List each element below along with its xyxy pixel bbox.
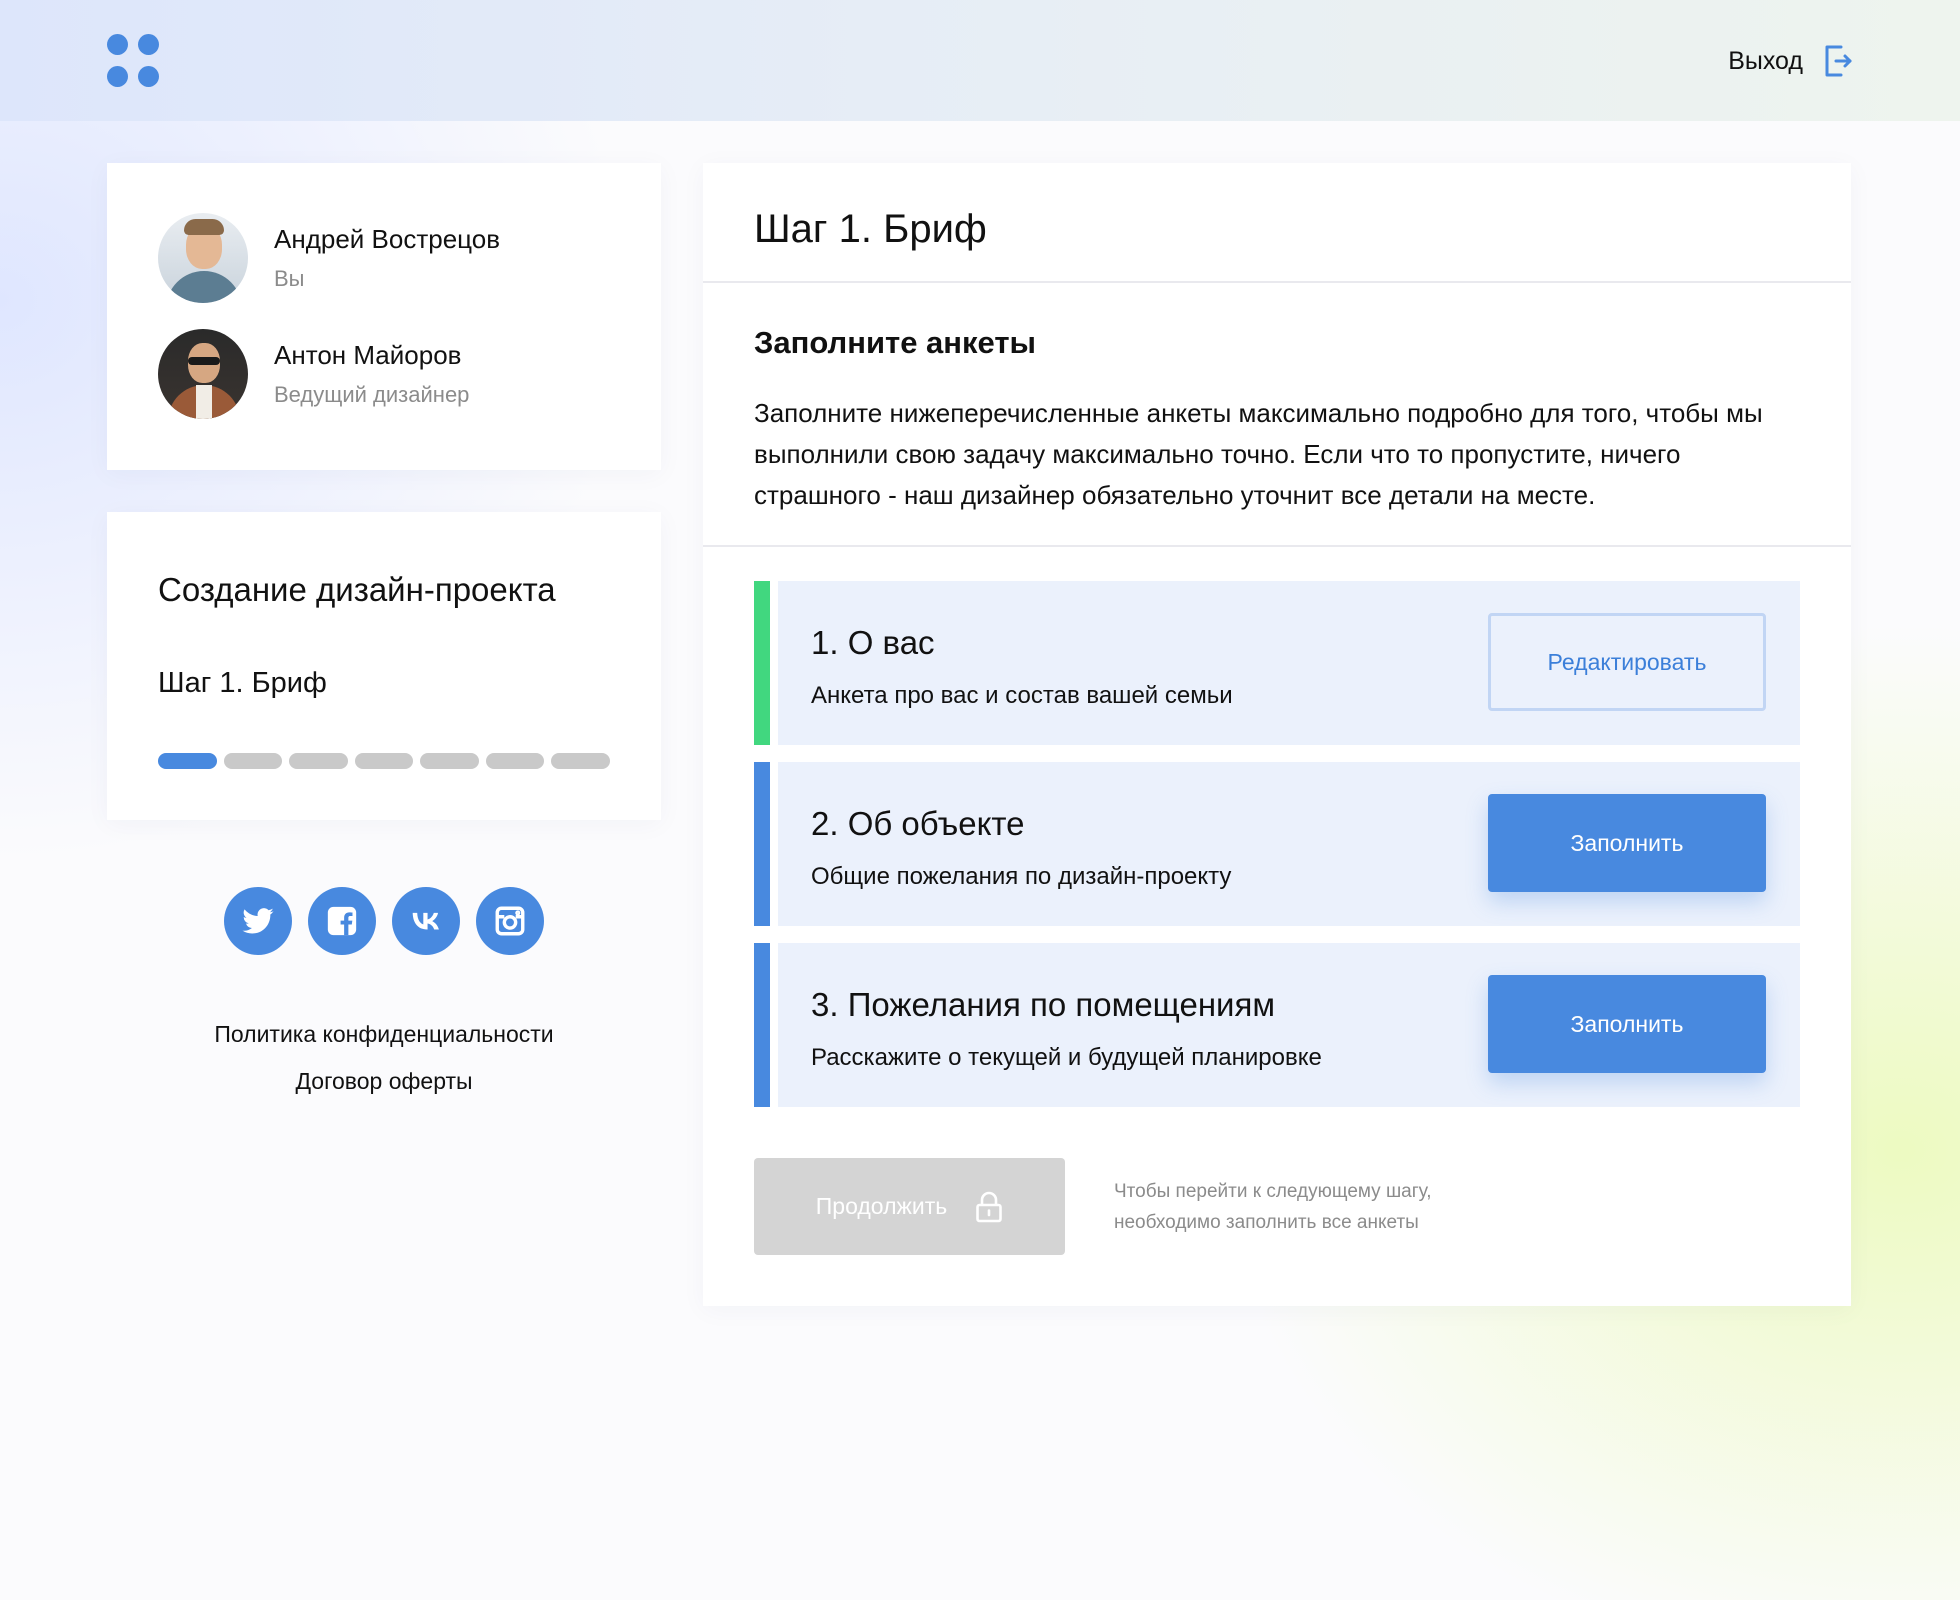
social-links <box>224 887 544 955</box>
logo-dot <box>107 66 128 87</box>
questionnaire-description: Расскажите о текущей и будущей планировк… <box>811 1044 1322 1071</box>
fill-button[interactable]: Заполнить <box>1488 975 1766 1073</box>
status-indicator <box>754 762 770 926</box>
team-member: Андрей Вострецов Вы <box>158 213 500 303</box>
logo-dot <box>107 34 128 55</box>
footer-links: Политика конфиденциальности Договор офер… <box>107 1020 661 1114</box>
logout-label: Выход <box>1728 46 1803 75</box>
progress-segment <box>551 753 611 769</box>
member-name: Антон Майоров <box>274 340 462 370</box>
questionnaire-title: 2. Об объекте <box>811 805 1025 842</box>
progress-segment <box>420 753 479 769</box>
continue-button[interactable]: Продолжить <box>754 1158 1065 1255</box>
status-indicator <box>754 581 770 745</box>
logo-dot <box>138 34 159 55</box>
offer-agreement-link[interactable]: Договор оферты <box>107 1067 661 1095</box>
questionnaire-object: 2. Об объекте Общие пожелания по дизайн-… <box>754 762 1800 926</box>
questionnaire-title: 1. О вас <box>811 624 935 661</box>
logo-dot <box>138 66 159 87</box>
member-role: Вы <box>274 266 305 291</box>
team-member: Антон Майоров Ведущий дизайнер <box>158 329 469 419</box>
vk-icon <box>412 912 439 930</box>
section-title: Заполните анкеты <box>754 325 1037 360</box>
logout-icon <box>1825 45 1852 77</box>
section-description: Заполните нижеперечисленные анкеты макси… <box>754 398 1763 510</box>
fill-button[interactable]: Заполнить <box>1488 794 1766 892</box>
facebook-button[interactable] <box>308 887 376 955</box>
logout-button[interactable]: Выход <box>1728 42 1853 80</box>
top-header: Выход <box>0 0 1960 121</box>
brief-step-card: Шаг 1. Бриф Заполните анкеты Заполните н… <box>703 163 1851 1306</box>
vk-button[interactable] <box>392 887 460 955</box>
facebook-icon <box>327 906 357 936</box>
twitter-button[interactable] <box>224 887 292 955</box>
questionnaire-description: Анкета про вас и состав вашей семьи <box>811 682 1233 709</box>
lock-icon <box>976 1191 1003 1222</box>
instagram-icon <box>495 906 525 936</box>
progress-segment <box>223 753 283 769</box>
questionnaire-about-you: 1. О вас Анкета про вас и состав вашей с… <box>754 581 1800 745</box>
twitter-icon <box>242 908 274 934</box>
app-logo[interactable] <box>107 34 162 89</box>
progress-segment-active <box>158 753 217 769</box>
progress-segment <box>354 753 414 769</box>
questionnaire-description: Общие пожелания по дизайн-проекту <box>811 863 1232 890</box>
progress-segment <box>289 753 348 769</box>
continue-hint: Чтобы перейти к следующему шагу, необход… <box>1114 1181 1432 1233</box>
divider <box>703 545 1851 547</box>
team-card: Андрей Вострецов Вы Антон Майоров Ведущи… <box>107 163 661 470</box>
step-progress-bar <box>158 753 611 769</box>
page-title: Шаг 1. Бриф <box>754 207 987 251</box>
project-progress-card: Создание дизайн-проекта Шаг 1. Бриф <box>107 512 661 820</box>
progress-segment <box>485 753 545 769</box>
privacy-policy-link[interactable]: Политика конфиденциальности <box>107 1020 661 1048</box>
divider <box>703 281 1851 283</box>
avatar <box>158 213 248 303</box>
continue-label: Продолжить <box>815 1193 948 1219</box>
edit-button[interactable]: Редактировать <box>1488 613 1766 711</box>
project-current-step: Шаг 1. Бриф <box>158 667 327 699</box>
questionnaire-rooms: 3. Пожелания по помещениям Расскажите о … <box>754 943 1800 1107</box>
instagram-button[interactable] <box>476 887 544 955</box>
project-title: Создание дизайн-проекта <box>158 571 556 608</box>
member-role: Ведущий дизайнер <box>274 382 470 407</box>
status-indicator <box>754 943 770 1107</box>
avatar <box>158 329 248 419</box>
questionnaire-title: 3. Пожелания по помещениям <box>811 986 1276 1023</box>
member-name: Андрей Вострецов <box>274 224 501 254</box>
